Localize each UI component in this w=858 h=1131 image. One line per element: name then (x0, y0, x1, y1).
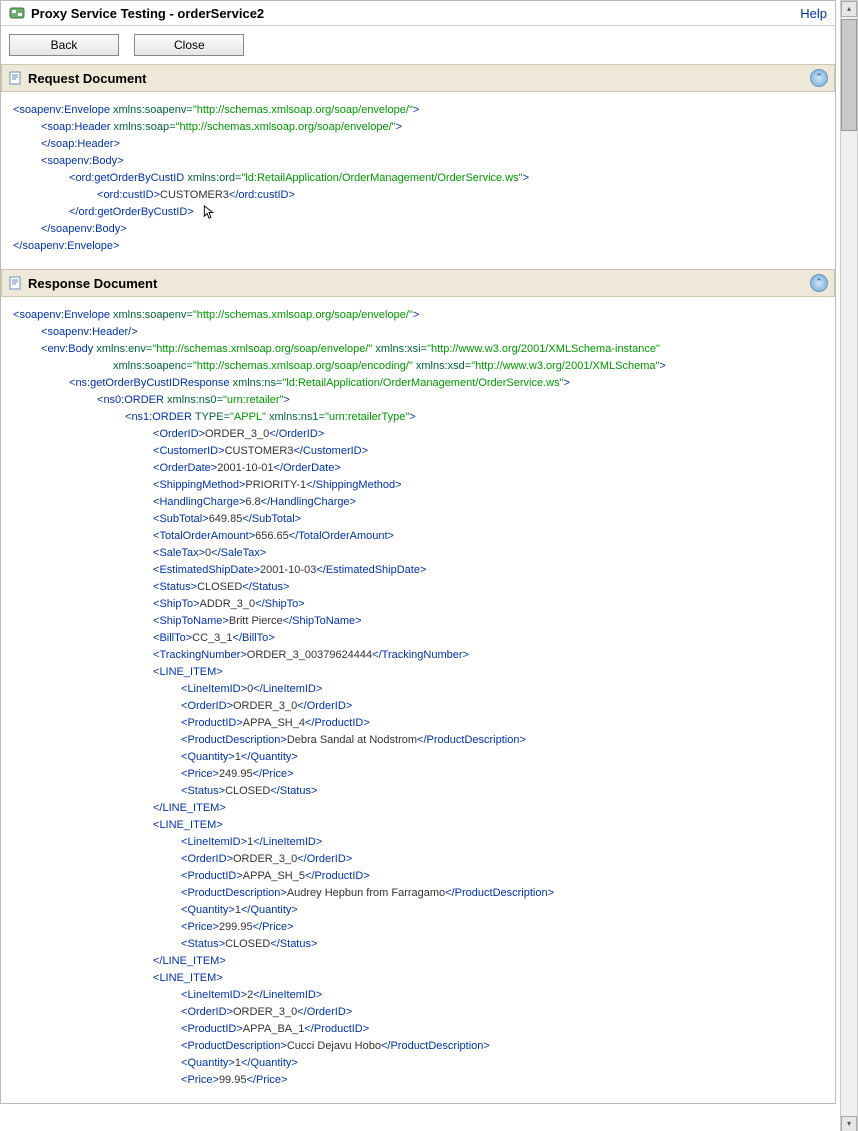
line-item-field-quantity: <Quantity>1</Quantity> (13, 902, 823, 919)
order-field-customerid: <CustomerID>CUSTOMER3</CustomerID> (13, 443, 823, 460)
button-bar: Back Close (1, 26, 835, 64)
line-item-field-productdescription: <ProductDescription>Debra Sandal at Nods… (13, 732, 823, 749)
line-item-field-productid: <ProductID>APPA_SH_4</ProductID> (13, 715, 823, 732)
line-item-field-lineitemid: <LineItemID>2</LineItemID> (13, 987, 823, 1004)
main-panel: Proxy Service Testing - orderService2 He… (0, 0, 836, 1104)
order-field-orderdate: <OrderDate>2001-10-01</OrderDate> (13, 460, 823, 477)
line-item-field-price: <Price>299.95</Price> (13, 919, 823, 936)
document-icon (8, 276, 22, 290)
scroll-up-arrow-icon[interactable]: ▴ (841, 1, 857, 17)
document-icon (8, 71, 22, 85)
line-item-field-quantity: <Quantity>1</Quantity> (13, 749, 823, 766)
line-item-field-lineitemid: <LineItemID>1</LineItemID> (13, 834, 823, 851)
mouse-cursor-icon (203, 205, 215, 220)
response-xml-body: <soapenv:Envelope xmlns:soapenv="http://… (1, 297, 835, 1103)
line-item-field-productid: <ProductID>APPA_BA_1</ProductID> (13, 1021, 823, 1038)
window-scrollbar[interactable]: ▴ ▾ (840, 0, 858, 1131)
request-section-header: Request Document ⌃ (1, 64, 835, 92)
line-item-field-price: <Price>249.95</Price> (13, 766, 823, 783)
order-field-status: <Status>CLOSED</Status> (13, 579, 823, 596)
line-item-field-quantity: <Quantity>1</Quantity> (13, 1055, 823, 1072)
request-xml-body: <soapenv:Envelope xmlns:soapenv="http://… (1, 92, 835, 269)
order-field-billto: <BillTo>CC_3_1</BillTo> (13, 630, 823, 647)
back-button[interactable]: Back (9, 34, 119, 56)
scroll-down-arrow-icon[interactable]: ▾ (841, 1116, 857, 1131)
line-item-field-orderid: <OrderID>ORDER_3_0</OrderID> (13, 1004, 823, 1021)
response-section-header: Response Document ⌃ (1, 269, 835, 297)
line-item-field-productdescription: <ProductDescription>Audrey Hepbun from F… (13, 885, 823, 902)
order-field-orderid: <OrderID>ORDER_3_0</OrderID> (13, 426, 823, 443)
order-field-shiptoname: <ShipToName>Britt Pierce</ShipToName> (13, 613, 823, 630)
order-field-shipto: <ShipTo>ADDR_3_0</ShipTo> (13, 596, 823, 613)
line-item-open: <LINE_ITEM> (13, 817, 823, 834)
order-field-saletax: <SaleTax>0</SaleTax> (13, 545, 823, 562)
title-bar: Proxy Service Testing - orderService2 He… (1, 1, 835, 26)
line-item-field-productdescription: <ProductDescription>Cucci Dejavu Hobo</P… (13, 1038, 823, 1055)
line-item-field-status: <Status>CLOSED</Status> (13, 936, 823, 953)
line-item-field-lineitemid: <LineItemID>0</LineItemID> (13, 681, 823, 698)
order-field-subtotal: <SubTotal>649.85</SubTotal> (13, 511, 823, 528)
order-field-estimatedshipdate: <EstimatedShipDate>2001-10-03</Estimated… (13, 562, 823, 579)
line-item-field-productid: <ProductID>APPA_SH_5</ProductID> (13, 868, 823, 885)
order-field-trackingnumber: <TrackingNumber>ORDER_3_00379624444</Tra… (13, 647, 823, 664)
order-field-handlingcharge: <HandlingCharge>6.8</HandlingCharge> (13, 494, 823, 511)
collapse-icon[interactable]: ⌃ (810, 69, 828, 87)
line-item-open: <LINE_ITEM> (13, 970, 823, 987)
request-section-title: Request Document (28, 71, 810, 86)
line-item-open: <LINE_ITEM> (13, 664, 823, 681)
line-item-close: </LINE_ITEM> (13, 800, 823, 817)
help-link[interactable]: Help (800, 6, 827, 21)
line-item-field-status: <Status>CLOSED</Status> (13, 783, 823, 800)
line-item-close: </LINE_ITEM> (13, 953, 823, 970)
line-item-field-orderid: <OrderID>ORDER_3_0</OrderID> (13, 698, 823, 715)
collapse-icon[interactable]: ⌃ (810, 274, 828, 292)
response-section-title: Response Document (28, 276, 810, 291)
proxy-service-icon (9, 5, 25, 21)
close-button[interactable]: Close (134, 34, 244, 56)
scroll-thumb[interactable] (841, 19, 857, 131)
page-title: Proxy Service Testing - orderService2 (31, 6, 800, 21)
order-field-totalorderamount: <TotalOrderAmount>656.65</TotalOrderAmou… (13, 528, 823, 545)
line-item-field-price: <Price>99.95</Price> (13, 1072, 823, 1089)
line-item-field-orderid: <OrderID>ORDER_3_0</OrderID> (13, 851, 823, 868)
order-field-shippingmethod: <ShippingMethod>PRIORITY-1</ShippingMeth… (13, 477, 823, 494)
